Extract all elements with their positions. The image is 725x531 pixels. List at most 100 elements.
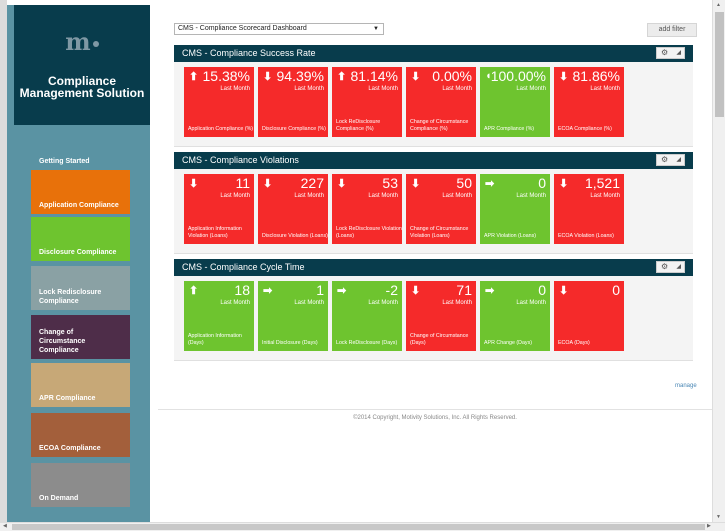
kpi-label: Initial Disclosure (Days): [262, 340, 318, 346]
horizontal-scrollbar[interactable]: ◀ ▶: [0, 522, 725, 531]
kpi-tile[interactable]: ➡ 0 Last Month APR Violation (Loans): [480, 174, 550, 244]
sidebar-item-getting-started[interactable]: Getting Started: [31, 126, 130, 170]
caret-icon: ◢: [676, 264, 681, 270]
section-settings-button[interactable]: ⚙ ◢: [656, 154, 685, 166]
kpi-period: Last Month: [368, 300, 398, 306]
gear-icon: ⚙: [661, 155, 669, 164]
add-filter-button[interactable]: add filter: [647, 23, 697, 37]
arrow-down-icon: ⬇: [559, 285, 569, 297]
caret-icon: ◢: [676, 50, 681, 56]
sidebar-item-label: Disclosure Compliance: [39, 249, 117, 256]
arrow-down-icon: ⬇: [411, 178, 421, 190]
sidebar-item-application-compliance[interactable]: Application Compliance: [31, 170, 130, 214]
kpi-period: Last Month: [516, 193, 546, 199]
kpi-label: Lock ReDisclosure Violation (Loans): [336, 226, 402, 239]
sidebar-item-ecoa-compliance[interactable]: ECOA Compliance: [31, 413, 130, 457]
vertical-scrollbar[interactable]: ▲ ▼: [712, 0, 725, 522]
kpi-value: 94.39%: [276, 68, 324, 84]
section-header: CMS - Compliance Success Rate ⚙ ◢: [174, 45, 693, 62]
gear-icon: ⚙: [661, 262, 669, 271]
dashboard-select[interactable]: CMS - Compliance Scorecard Dashboard ▼: [174, 23, 384, 35]
kpi-tile[interactable]: ⬇ 81.86% Last Month ECOA Compliance (%): [554, 67, 624, 137]
kpi-tile[interactable]: ⬇ 0 ECOA (Days): [554, 281, 624, 351]
kpi-tile[interactable]: ⬆ 81.14% Last Month Lock ReDisclosure Compl…: [332, 67, 402, 137]
kpi-tile[interactable]: ⬇ 50 Last Month Change of Circumstance Viol…: [406, 174, 476, 244]
sidebar-item-on-demand[interactable]: On Demand: [31, 463, 130, 507]
kpi-tile[interactable]: ➡ 0 Last Month APR Change (Days): [480, 281, 550, 351]
kpi-label: Disclosure Violation (Loans): [262, 233, 328, 239]
kpi-value: 1,521: [584, 175, 620, 191]
dashboard-section: CMS - Compliance Cycle Time ⚙ ◢ ⬆ 18 Last Mon…: [174, 259, 693, 361]
sidebar-item-label: ECOA Compliance: [39, 445, 101, 452]
horizontal-scroll-thumb[interactable]: [12, 524, 705, 530]
scroll-right-icon[interactable]: ▶: [707, 523, 711, 529]
kpi-value: 53: [382, 175, 398, 191]
kpi-period: Last Month: [368, 86, 398, 92]
kpi-period: Last Month: [220, 86, 250, 92]
kpi-period: Last Month: [220, 300, 250, 306]
kpi-label: Change of Circumstance Violation (Loans): [410, 226, 469, 239]
section-settings-button[interactable]: ⚙ ◢: [656, 261, 685, 273]
kpi-value: 227: [300, 175, 324, 191]
kpi-label: Lock ReDisclosure Compliance (%): [336, 119, 381, 132]
sidebar-header: m Compliance Management Solution: [14, 5, 150, 125]
kpi-value: 15.38%: [202, 68, 250, 84]
sidebar-item-disclosure-compliance[interactable]: Disclosure Compliance: [31, 217, 130, 261]
dashboard-section: CMS - Compliance Violations ⚙ ◢ ⬇ 11 Last Mon…: [174, 152, 693, 254]
kpi-value: 0: [612, 282, 620, 298]
manage-link[interactable]: manage: [675, 383, 697, 389]
arrow-down-icon: ⬇: [559, 71, 569, 83]
kpi-tile[interactable]: ⬆ 18 Last Month Application Information (Da…: [184, 281, 254, 351]
kpi-period: Last Month: [590, 193, 620, 199]
kpi-label: Change of Circumstance (Days): [410, 333, 469, 346]
kpi-tile[interactable]: ➡ -2 Last Month Lock ReDisclosure (Days): [332, 281, 402, 351]
arrow-right-icon: ➡: [485, 178, 495, 190]
kpi-period: Last Month: [294, 193, 324, 199]
arrow-right-icon: ➡: [485, 285, 495, 297]
section-title: CMS - Compliance Success Rate: [182, 48, 316, 58]
kpi-label: ECOA Violation (Loans): [558, 233, 614, 239]
scroll-up-icon[interactable]: ▲: [716, 2, 721, 8]
kpi-tile[interactable]: ⬇ 11 Last Month Application Information Vio…: [184, 174, 254, 244]
kpi-label: APR Violation (Loans): [484, 233, 537, 239]
kpi-label: Change of Circumstance Compliance (%): [410, 119, 469, 132]
kpi-tile[interactable]: ⬆ 15.38% Last Month Application Compliance …: [184, 67, 254, 137]
arrow-right-icon: ➡: [263, 285, 273, 297]
kpi-tile[interactable]: ⬇ 0.00% Last Month Change of Circumstance C…: [406, 67, 476, 137]
arrow-down-icon: ⬇: [263, 71, 273, 83]
arrow-up-icon: ⬆: [189, 71, 199, 83]
kpi-value: 0: [538, 175, 546, 191]
kpi-tile[interactable]: ⬇ 227 Last Month Disclosure Violation (Loan…: [258, 174, 328, 244]
kpi-value: 81.14%: [350, 68, 398, 84]
kpi-period: Last Month: [368, 193, 398, 199]
kpi-period: Last Month: [294, 86, 324, 92]
chevron-down-icon: ▼: [373, 26, 379, 32]
kpi-label: Application Compliance (%): [188, 126, 254, 132]
kpi-tile[interactable]: ⬇ 94.39% Last Month Disclosure Compliance (…: [258, 67, 328, 137]
kpi-label: Application Information Violation (Loans…: [188, 226, 242, 239]
section-header: CMS - Compliance Cycle Time ⚙ ◢: [174, 259, 693, 276]
kpi-value: 81.86%: [572, 68, 620, 84]
sidebar-item-apr-compliance[interactable]: APR Compliance: [31, 363, 130, 407]
kpi-tile[interactable]: ⬇ 1,521 Last Month ECOA Violation (Loans): [554, 174, 624, 244]
sidebar-item-label: On Demand: [39, 495, 79, 502]
scroll-left-icon[interactable]: ◀: [3, 523, 7, 529]
sidebar-item-lock-redisclosure-compliance[interactable]: Lock Redisclosure Compliance: [31, 266, 130, 310]
kpi-tile[interactable]: ⬇ 53 Last Month Lock ReDisclosure Violation…: [332, 174, 402, 244]
kpi-value: -2: [385, 282, 398, 298]
vertical-scroll-thumb[interactable]: [715, 12, 724, 117]
section-settings-button[interactable]: ⚙ ◢: [656, 47, 685, 59]
kpi-tiles: ⬇ 11 Last Month Application Information Vio…: [184, 174, 689, 244]
kpi-tile[interactable]: ◖ 100.00% Last Month APR Compliance (%): [480, 67, 550, 137]
scroll-down-icon[interactable]: ▼: [716, 514, 721, 520]
kpi-tiles: ⬆ 18 Last Month Application Information (Da…: [184, 281, 689, 351]
brand-logo: m: [14, 27, 150, 56]
kpi-tile[interactable]: ⬇ 71 Last Month Change of Circumstance (Day…: [406, 281, 476, 351]
kpi-tile[interactable]: ➡ 1 Last Month Initial Disclosure (Days): [258, 281, 328, 351]
kpi-value: 18: [234, 282, 250, 298]
sidebar-item-label: Getting Started: [39, 158, 90, 165]
gear-icon: ⚙: [661, 48, 669, 57]
arrow-down-icon: ⬇: [411, 71, 421, 83]
sidebar-item-change-of-circumstance-compliance[interactable]: Change of Circumstance Compliance: [31, 315, 130, 359]
kpi-label: ECOA (Days): [558, 340, 590, 346]
